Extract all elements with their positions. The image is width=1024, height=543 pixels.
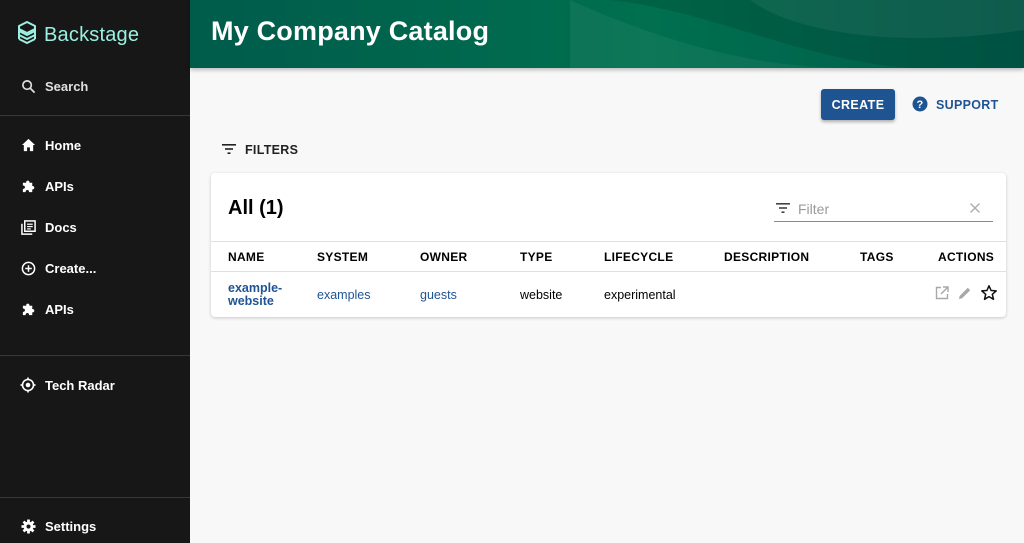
- table-title: All (1): [228, 197, 284, 219]
- filters-toggle[interactable]: FILTERS: [222, 141, 298, 159]
- table-row: example- website examples guests website…: [211, 272, 1006, 317]
- sidebar-item-create[interactable]: Create...: [0, 248, 190, 288]
- sidebar-search-label: Search: [45, 78, 89, 94]
- entity-name-link[interactable]: example- website: [228, 282, 282, 308]
- sidebar-item-label: APIs: [45, 178, 74, 194]
- sidebar-item-apis-2[interactable]: APIs: [0, 289, 190, 329]
- lifecycle-cell: experimental: [604, 288, 676, 302]
- column-header-name[interactable]: NAME: [228, 250, 265, 264]
- sidebar-divider: [0, 497, 190, 498]
- support-label: SUPPORT: [936, 98, 999, 112]
- sidebar-divider: [0, 355, 190, 356]
- filter-list-icon: [222, 143, 236, 157]
- filter-input[interactable]: [798, 201, 958, 217]
- page-title: My Company Catalog: [211, 16, 490, 46]
- radar-icon: [20, 377, 36, 393]
- docs-icon: [20, 219, 36, 235]
- support-button[interactable]: ? SUPPORT: [912, 96, 999, 114]
- page-header: My Company Catalog: [190, 0, 1024, 68]
- help-icon: ?: [912, 96, 928, 115]
- table-filter: [774, 197, 993, 222]
- type-cell: website: [520, 288, 563, 302]
- column-header-system[interactable]: SYSTEM: [317, 250, 368, 264]
- table-header: NAME SYSTEM OWNER TYPE LIFECYCLE DESCRIP…: [211, 241, 1006, 272]
- sidebar-item-apis[interactable]: APIs: [0, 166, 190, 206]
- column-header-lifecycle[interactable]: LIFECYCLE: [604, 250, 673, 264]
- column-header-description[interactable]: DESCRIPTION: [724, 250, 809, 264]
- sidebar-item-label: Tech Radar: [45, 377, 115, 393]
- puzzle-icon: [20, 301, 36, 317]
- catalog-table-card: All (1) NAME SYSTEM OWNER TYPE LIFECYCLE…: [211, 173, 1006, 317]
- sidebar: Backstage Search Home APIs Docs Create..…: [0, 0, 190, 543]
- add-circle-icon: [20, 260, 36, 276]
- sidebar-item-settings[interactable]: Settings: [0, 506, 190, 543]
- search-icon: [20, 78, 36, 94]
- owner-link[interactable]: guests: [420, 288, 457, 302]
- svg-text:?: ?: [916, 99, 923, 111]
- open-in-new-icon[interactable]: [935, 286, 949, 305]
- backstage-logo-icon: [17, 20, 37, 51]
- gear-icon: [20, 518, 36, 534]
- entity-name-line: website: [228, 294, 274, 308]
- column-header-tags[interactable]: TAGS: [860, 250, 894, 264]
- sidebar-item-label: Docs: [45, 219, 77, 235]
- sidebar-item-home[interactable]: Home: [0, 125, 190, 165]
- puzzle-icon: [20, 178, 36, 194]
- logo-text: Backstage: [44, 23, 140, 46]
- sidebar-search[interactable]: Search: [0, 66, 190, 106]
- filter-list-icon: [776, 200, 790, 218]
- system-link[interactable]: examples: [317, 288, 371, 302]
- create-button[interactable]: CREATE: [821, 89, 895, 120]
- home-icon: [20, 137, 36, 153]
- logo[interactable]: Backstage: [17, 20, 139, 50]
- edit-icon[interactable]: [958, 286, 972, 305]
- sidebar-item-docs[interactable]: Docs: [0, 207, 190, 247]
- column-header-type[interactable]: TYPE: [520, 250, 553, 264]
- column-header-owner[interactable]: OWNER: [420, 250, 468, 264]
- column-header-actions: ACTIONS: [938, 250, 995, 264]
- star-icon[interactable]: [980, 284, 998, 307]
- sidebar-item-label: Home: [45, 137, 82, 153]
- sidebar-item-label: Create...: [45, 260, 97, 276]
- clear-icon[interactable]: [969, 201, 981, 219]
- sidebar-divider: [0, 115, 190, 116]
- filters-label: FILTERS: [245, 143, 299, 157]
- sidebar-item-tech-radar[interactable]: Tech Radar: [0, 365, 190, 405]
- sidebar-item-label: APIs: [45, 301, 74, 317]
- sidebar-item-label: Settings: [45, 518, 97, 534]
